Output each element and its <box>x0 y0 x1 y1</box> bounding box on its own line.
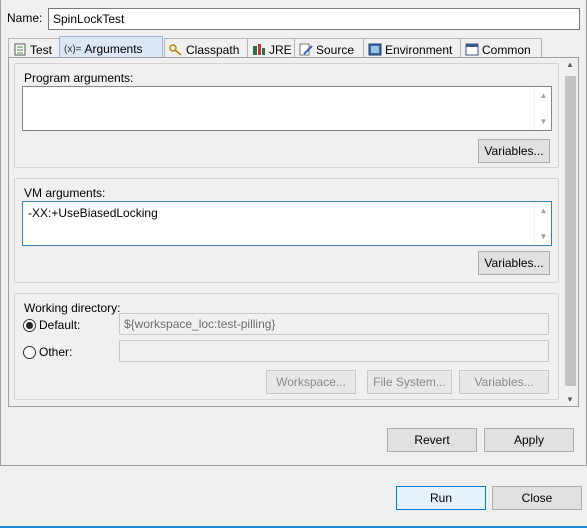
scroll-thumb[interactable] <box>565 76 576 386</box>
other-directory-field <box>119 340 549 362</box>
file-system-button[interactable]: File System... <box>367 370 452 394</box>
run-button[interactable]: Run <box>396 486 486 510</box>
program-variables-button[interactable]: Variables... <box>478 139 550 163</box>
program-arguments-title: Program arguments: <box>24 71 134 85</box>
scroll-up-icon[interactable]: ▲ <box>562 60 578 69</box>
name-label: Name: <box>7 11 43 25</box>
tab-common[interactable]: Common <box>460 38 542 58</box>
scroll-down-icon[interactable]: ▼ <box>535 117 552 126</box>
scroll-up-icon[interactable]: ▲ <box>535 206 552 215</box>
source-icon <box>299 43 313 56</box>
close-button[interactable]: Close <box>492 486 582 510</box>
tab-common-label: Common <box>482 42 531 57</box>
tab-arguments-label: Arguments <box>84 42 143 56</box>
vm-arguments-textarea[interactable]: -XX:+UseBiasedLocking ▲ ▼ <box>22 201 552 246</box>
arguments-icon: (x)= <box>64 43 82 55</box>
tab-arguments[interactable]: (x)= Arguments <box>59 36 163 59</box>
tab-jre[interactable]: JRE <box>247 38 295 58</box>
program-arguments-group: Program arguments: ▲ ▼ Variables... <box>14 63 559 168</box>
scroll-up-icon[interactable]: ▲ <box>535 91 552 100</box>
name-input[interactable]: SpinLockTest <box>48 8 580 30</box>
common-icon <box>465 43 479 56</box>
vm-arguments-value: -XX:+UseBiasedLocking <box>28 206 158 220</box>
apply-button[interactable]: Apply <box>484 428 574 452</box>
working-directory-group: Working directory: Default: ${workspace_… <box>14 293 559 400</box>
workspace-button[interactable]: Workspace... <box>266 370 356 394</box>
arguments-panel: Program arguments: ▲ ▼ Variables... VM a… <box>8 57 579 407</box>
working-dir-variables-button[interactable]: Variables... <box>459 370 549 394</box>
vm-arguments-group: VM arguments: -XX:+UseBiasedLocking ▲ ▼ … <box>14 178 559 283</box>
tab-environment[interactable]: Environment <box>363 38 461 58</box>
tab-test[interactable]: Test <box>8 38 60 58</box>
panel-scrollbar[interactable]: ▲ ▼ <box>562 58 578 406</box>
working-directory-title: Working directory: <box>24 301 121 315</box>
tab-source-label: Source <box>316 42 355 57</box>
other-label[interactable]: Other: <box>39 345 72 359</box>
tab-classpath-label: Classpath <box>186 42 240 57</box>
program-arguments-scrollbar[interactable]: ▲ ▼ <box>534 87 551 130</box>
scroll-down-icon[interactable]: ▼ <box>562 395 578 404</box>
classpath-icon <box>169 43 183 56</box>
tab-source[interactable]: Source <box>294 38 364 58</box>
environment-icon <box>368 43 382 56</box>
program-arguments-textarea[interactable]: ▲ ▼ <box>22 86 552 131</box>
jre-icon <box>252 43 266 56</box>
default-directory-field: ${workspace_loc:test-pilling} <box>119 313 549 335</box>
vm-variables-button[interactable]: Variables... <box>478 251 550 275</box>
tab-test-label: Test <box>30 42 53 57</box>
tab-environment-label: Environment <box>385 42 453 57</box>
other-radio[interactable] <box>23 346 36 359</box>
default-label[interactable]: Default: <box>39 318 80 332</box>
scroll-down-icon[interactable]: ▼ <box>535 232 552 241</box>
vm-arguments-scrollbar[interactable]: ▲ ▼ <box>534 202 551 245</box>
tab-jre-label: JRE <box>269 42 292 57</box>
tab-classpath[interactable]: Classpath <box>164 38 248 58</box>
revert-button[interactable]: Revert <box>387 428 477 452</box>
test-icon <box>13 43 27 56</box>
vm-arguments-title: VM arguments: <box>24 186 106 200</box>
default-radio[interactable] <box>23 319 36 332</box>
